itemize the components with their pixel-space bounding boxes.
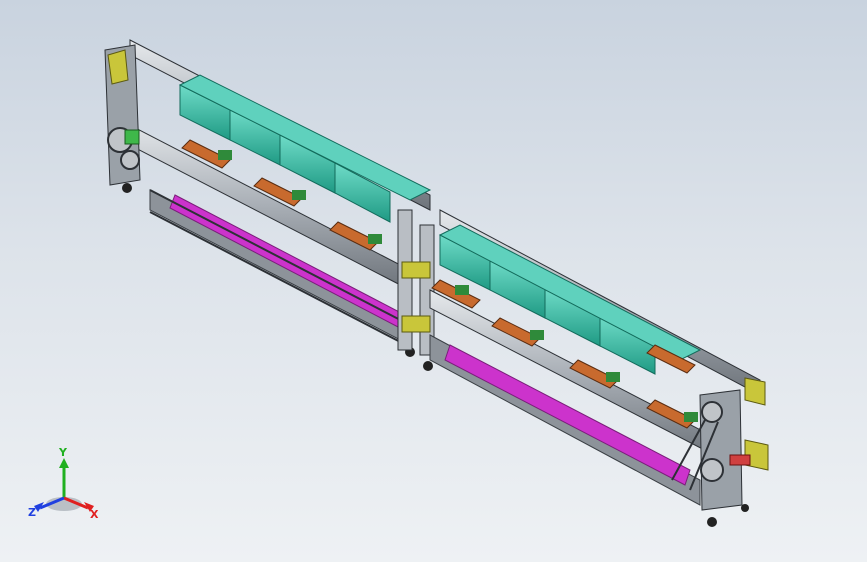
conveyor-assembly-model[interactable] [0,0,867,562]
y-axis-arrow-icon [59,458,69,468]
z-axis-label: Z [28,506,36,519]
center-joint[interactable] [397,209,435,371]
x-axis-label: X [90,508,99,521]
cad-viewport[interactable]: Y X Z [0,0,867,562]
left-module[interactable] [104,39,432,357]
right-module[interactable] [429,209,769,527]
orientation-triad[interactable]: Y X Z [24,446,104,526]
y-axis-label: Y [58,446,68,459]
